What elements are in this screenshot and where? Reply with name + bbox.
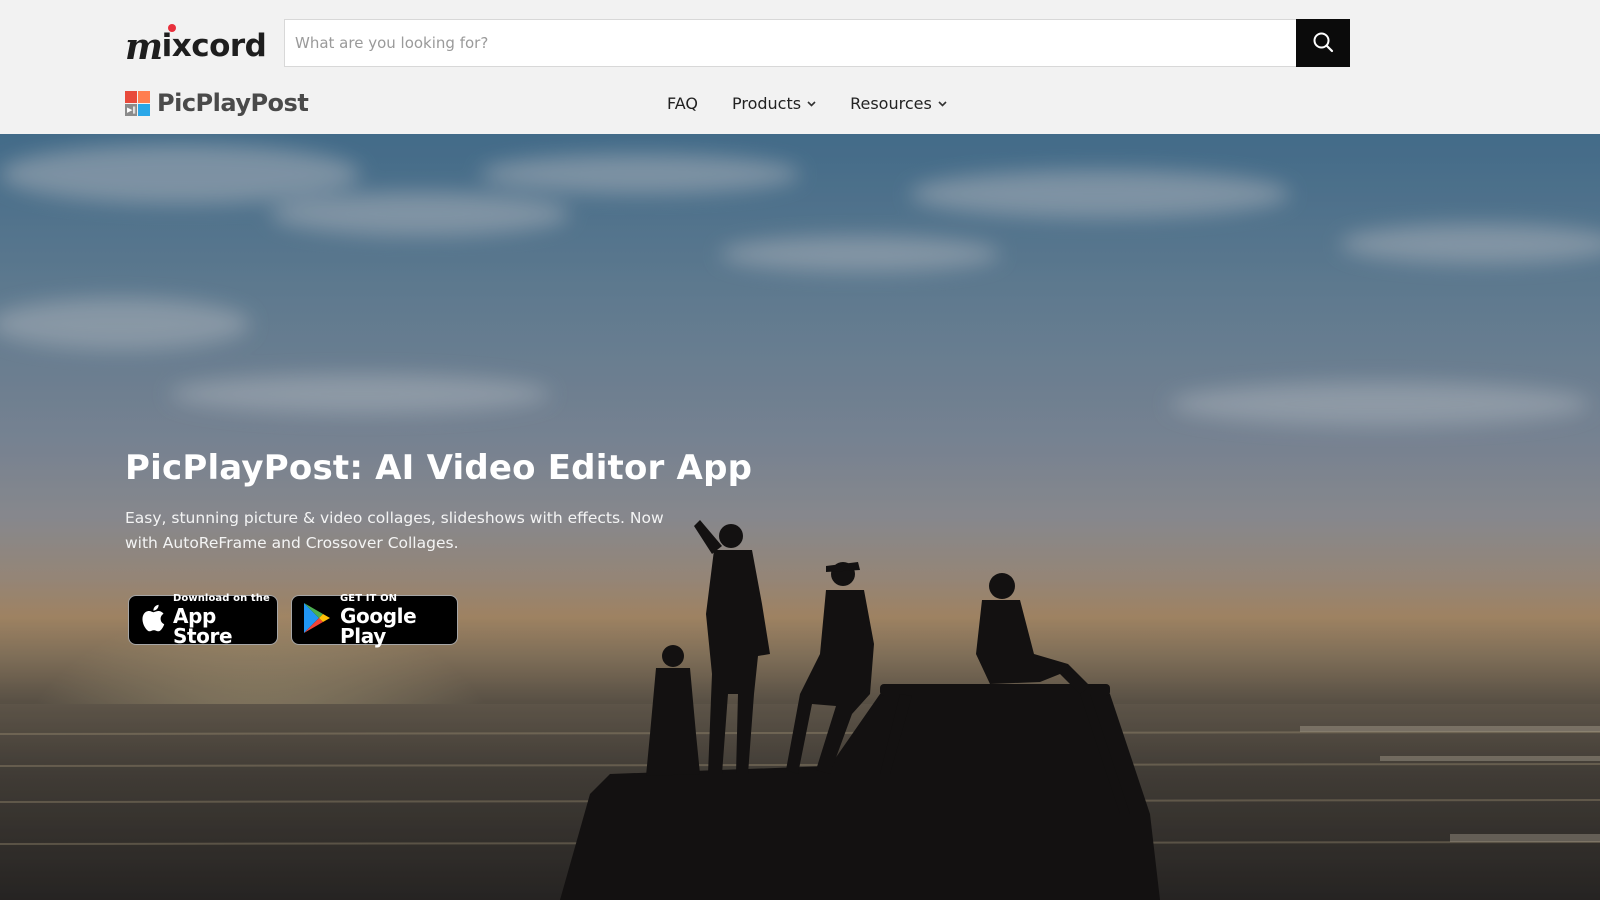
nav-resources-label: Resources — [850, 94, 932, 113]
page: m ixcord ▶‖ PicPlayPost — [0, 0, 1600, 900]
picplaypost-logo[interactable]: ▶‖ PicPlayPost — [125, 88, 309, 118]
magnifier-icon — [1312, 31, 1334, 56]
mixcord-logo-m: m — [125, 26, 163, 68]
app-store-big-text: App Store — [173, 604, 233, 648]
app-store-button[interactable]: Download on the App Store — [128, 593, 278, 648]
hero-title: PicPlayPost: AI Video Editor App — [125, 448, 753, 488]
picplaypost-logo-icon: ▶‖ — [125, 90, 150, 116]
app-store-small-text: Download on the — [173, 593, 270, 604]
hero-subtitle: Easy, stunning picture & video collages,… — [125, 509, 664, 552]
chevron-down-icon — [938, 99, 947, 110]
nav-products-label: Products — [732, 94, 802, 113]
nav-resources[interactable]: Resources — [850, 94, 947, 113]
logo-dot — [168, 24, 176, 32]
apple-logo-icon — [141, 604, 165, 636]
app-store-text: Download on the App Store — [173, 593, 277, 648]
chevron-down-icon — [807, 99, 816, 110]
search-button[interactable] — [1296, 19, 1350, 67]
search-bar — [284, 19, 1350, 67]
nav-products[interactable]: Products — [732, 94, 816, 113]
nav-faq-label: FAQ — [667, 94, 698, 113]
hero-section: PicPlayPost: AI Video Editor App Easy, s… — [0, 134, 1600, 900]
google-play-button[interactable]: GET IT ON Google Play — [291, 593, 458, 648]
google-play-triangle-icon — [302, 602, 332, 638]
search-input[interactable] — [284, 19, 1296, 67]
main-nav: FAQ Products Resources — [667, 94, 947, 113]
site-header: m ixcord ▶‖ PicPlayPost — [0, 0, 1600, 134]
nav-faq[interactable]: FAQ — [667, 94, 698, 113]
google-play-text: GET IT ON Google Play — [340, 593, 457, 648]
picplaypost-logo-text: PicPlayPost — [157, 89, 309, 117]
google-play-big-text: Google Play — [340, 604, 417, 648]
mixcord-logo[interactable]: m ixcord — [125, 22, 267, 68]
mixcord-logo-text: ixcord — [161, 28, 267, 64]
google-play-small-text: GET IT ON — [340, 593, 398, 604]
